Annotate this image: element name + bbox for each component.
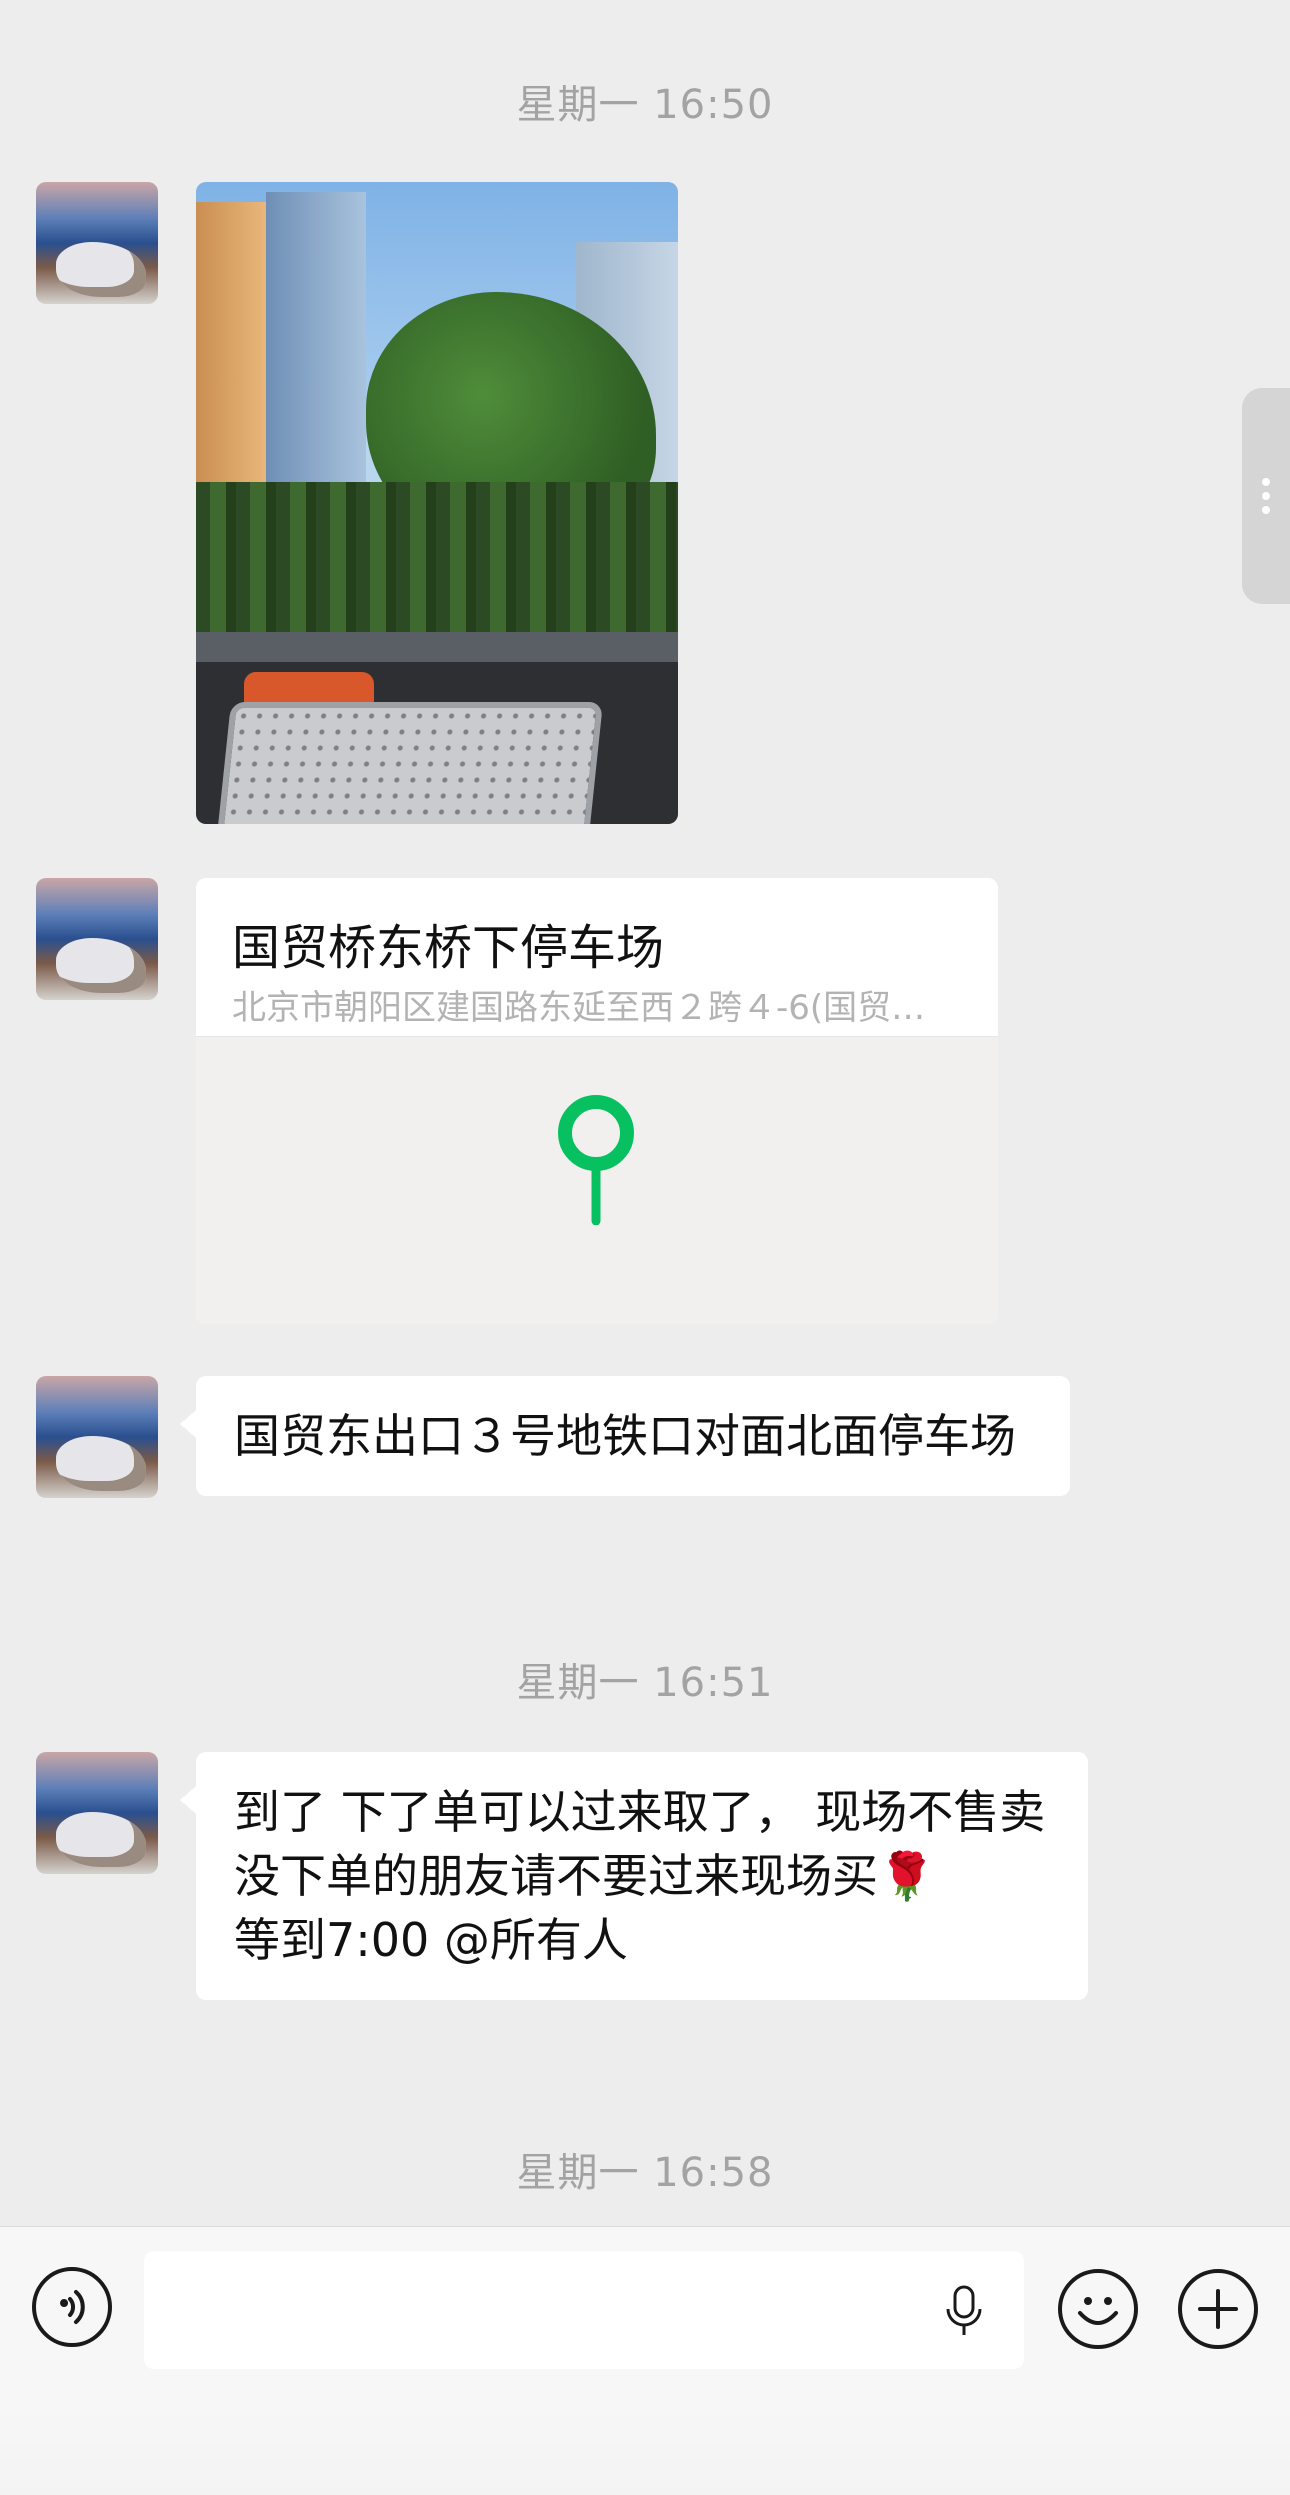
voice-icon[interactable] xyxy=(32,2267,112,2347)
location-map xyxy=(196,1036,998,1324)
photo-message[interactable] xyxy=(196,182,678,824)
location-address: 北京市朝阳区建国路东延至西２跨４-6(国贸… xyxy=(232,988,926,1028)
side-drawer-handle[interactable] xyxy=(1242,388,1290,604)
message-text: 国贸东出口３号地铁口对面北面停车场 xyxy=(234,1409,1016,1463)
home-area xyxy=(0,2407,1290,2495)
message-bubble[interactable]: 国贸东出口３号地铁口对面北面停车场 xyxy=(180,1376,1070,1496)
message-bubble[interactable]: 到了 下了单可以过来取了， 现场不售卖 没下单的朋友请不要过来现场买🌹 等到7:… xyxy=(180,1752,1088,2000)
timestamp: 星期一 16:50 xyxy=(516,82,774,128)
timestamp: 星期一 16:51 xyxy=(516,1660,774,1706)
message-input[interactable] xyxy=(144,2251,1024,2369)
timestamp: 星期一 16:58 xyxy=(516,2150,774,2196)
avatar[interactable] xyxy=(36,878,158,1000)
map-pin-icon xyxy=(558,1095,634,1225)
message-text: 到了 下了单可以过来取了， 现场不售卖 没下单的朋友请不要过来现场买🌹 等到7:… xyxy=(234,1785,1046,1967)
emoji-icon[interactable] xyxy=(1058,2269,1138,2349)
avatar[interactable] xyxy=(36,1376,158,1498)
mic-icon[interactable] xyxy=(934,2281,994,2341)
avatar[interactable] xyxy=(36,1752,158,1874)
plus-icon[interactable] xyxy=(1178,2269,1258,2349)
location-card[interactable]: 国贸桥东桥下停车场 北京市朝阳区建国路东延至西２跨４-6(国贸… xyxy=(196,878,998,1324)
location-title: 国贸桥东桥下停车场 xyxy=(232,920,665,976)
input-bar xyxy=(0,2226,1290,2495)
avatar[interactable] xyxy=(36,182,158,304)
